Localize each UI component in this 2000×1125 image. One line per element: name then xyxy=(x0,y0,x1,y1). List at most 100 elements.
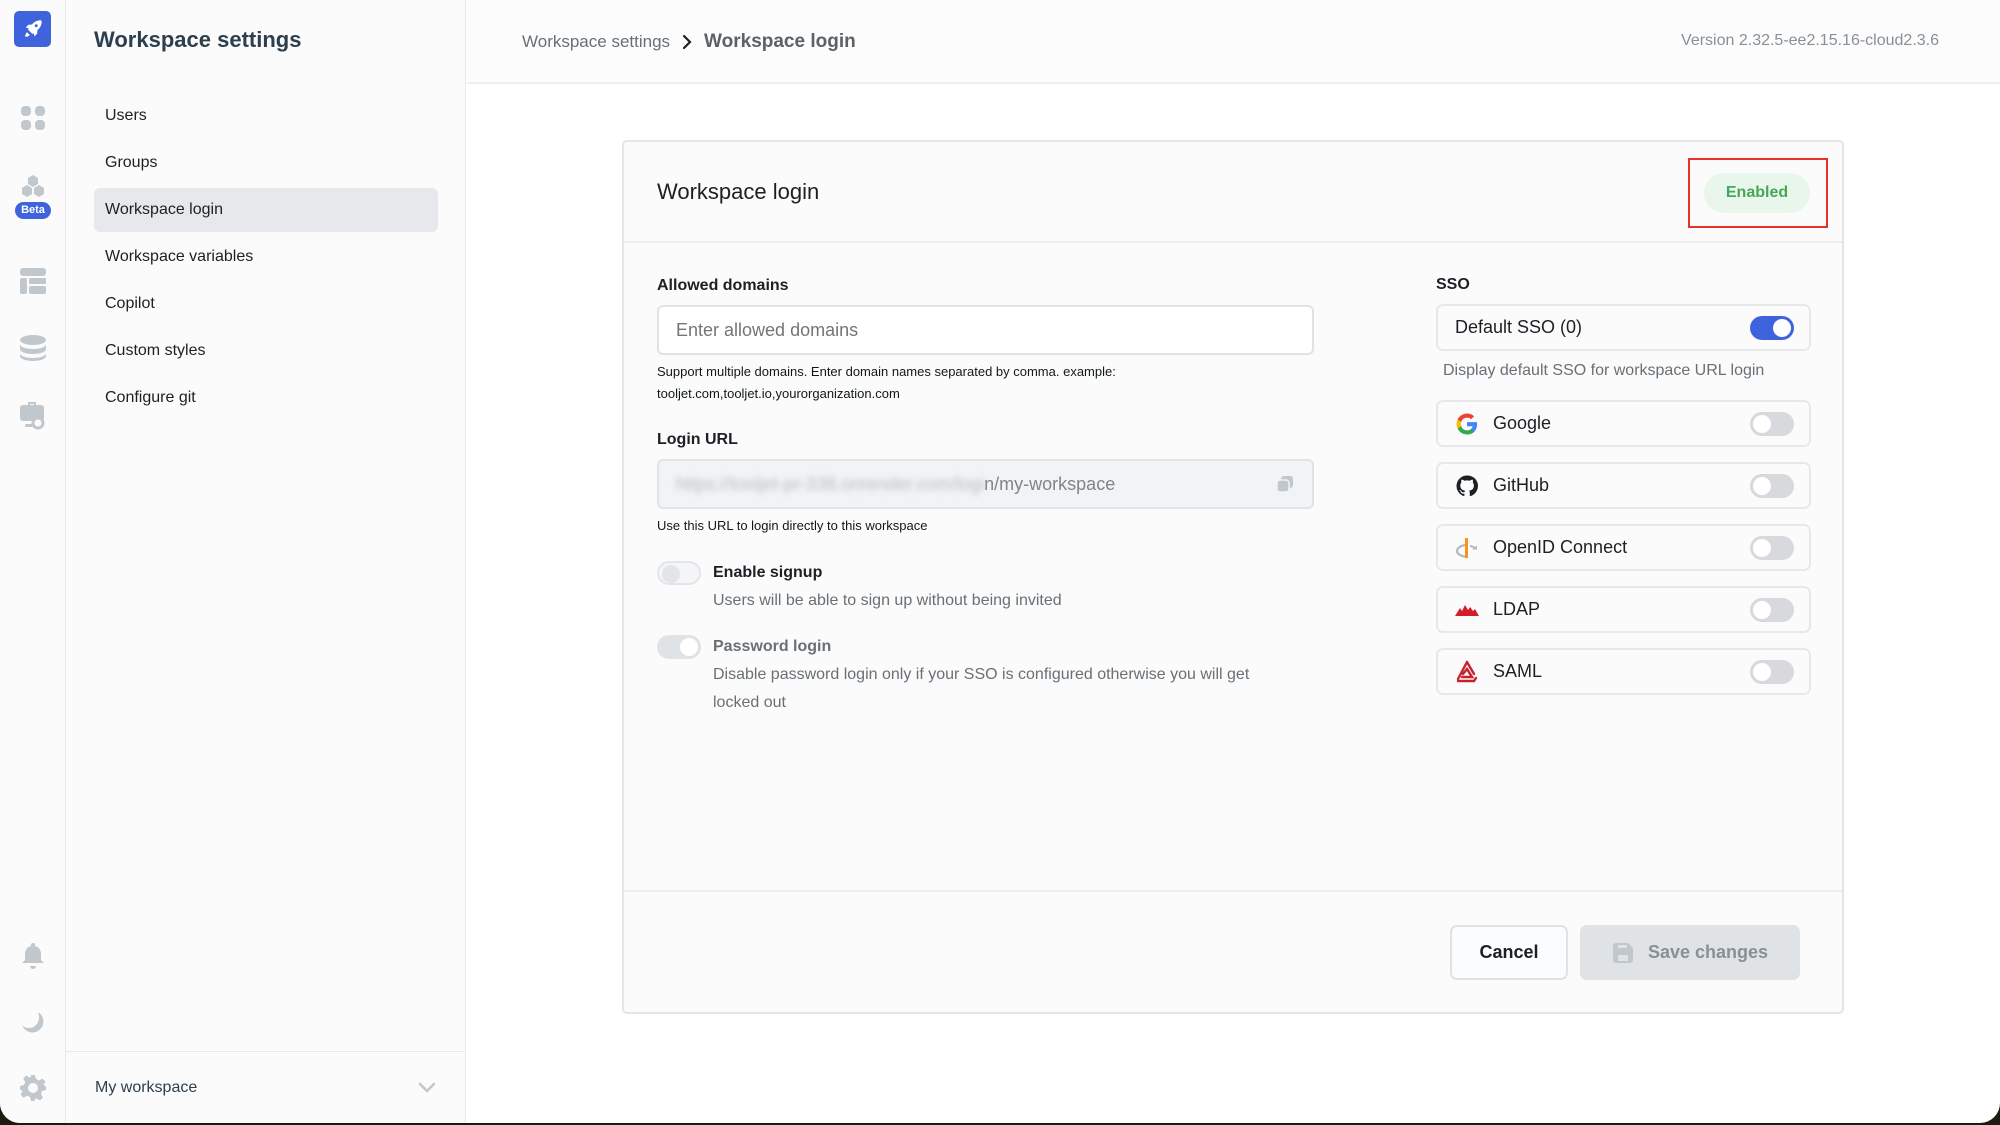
rail-marketplace[interactable] xyxy=(0,398,66,430)
sso-github-row[interactable]: GitHub xyxy=(1436,462,1811,509)
sso-google-label: Google xyxy=(1493,413,1552,433)
database-table-icon xyxy=(20,268,46,294)
moon-icon xyxy=(22,1012,44,1033)
password-login-title: Password login xyxy=(713,638,832,655)
sidebar-item-copilot[interactable]: Copilot xyxy=(94,282,438,326)
sidebar-item-workspace-variables[interactable]: Workspace variables xyxy=(94,235,438,279)
allowed-domains-help: Support multiple domains. Enter domain n… xyxy=(657,361,1314,405)
login-settings-column: Allowed domains Support multiple domains… xyxy=(657,277,1314,717)
rail-database[interactable] xyxy=(0,267,66,295)
rocket-icon xyxy=(24,20,42,37)
saml-icon xyxy=(1455,660,1479,684)
data-sources-icon xyxy=(20,335,46,361)
workspace-name: My workspace xyxy=(95,1078,198,1096)
rail-settings[interactable] xyxy=(0,1074,66,1102)
workspace-switcher[interactable]: My workspace xyxy=(66,1051,466,1123)
toggle-knob xyxy=(1753,662,1771,681)
login-url-visible: n/my-workspace xyxy=(984,473,1116,494)
icon-rail: Beta xyxy=(0,0,66,1123)
copy-icon[interactable] xyxy=(1275,474,1295,494)
cancel-button[interactable]: Cancel xyxy=(1450,925,1568,980)
sso-google-row[interactable]: Google xyxy=(1436,400,1811,447)
sidebar-nav: Users Groups Workspace login Workspace v… xyxy=(94,94,438,423)
sidebar-item-groups[interactable]: Groups xyxy=(94,141,438,185)
toggle-knob xyxy=(680,638,698,656)
toggle-knob xyxy=(1753,414,1771,433)
sso-default-name: Default SSO (0) xyxy=(1455,317,1583,337)
login-url-label: Login URL xyxy=(657,431,738,448)
sso-github-toggle[interactable] xyxy=(1750,473,1794,498)
login-url-value: https://tooljet-pr-338.onrender.com/logi… xyxy=(676,474,1115,495)
sso-google: Google xyxy=(1455,412,1551,436)
status-badge: Enabled xyxy=(1704,173,1810,213)
enable-signup-row: Enable signup Users will be able to sign… xyxy=(657,561,1314,615)
sso-openid-toggle[interactable] xyxy=(1750,535,1794,560)
sso-label: SSO xyxy=(1436,276,1470,293)
breadcrumb-workspace-settings[interactable]: Workspace settings xyxy=(522,32,670,52)
chevron-right-icon xyxy=(682,34,692,50)
sso-google-toggle[interactable] xyxy=(1750,411,1794,436)
page-header: Workspace settings Workspace login Versi… xyxy=(467,0,2000,84)
logo-home-button[interactable] xyxy=(14,11,51,47)
card-header: Workspace login Enabled xyxy=(624,142,1842,243)
sso-column: SSO Default SSO (0) Display default SSO … xyxy=(1436,276,1811,695)
beta-badge: Beta xyxy=(15,202,51,219)
password-login-toggle[interactable] xyxy=(657,635,701,659)
apps-grid-icon xyxy=(21,106,45,130)
enable-signup-desc: Users will be able to sign up without be… xyxy=(713,592,1062,609)
save-changes-button[interactable]: Save changes xyxy=(1580,925,1800,980)
sso-saml-row[interactable]: SAML xyxy=(1436,648,1811,695)
password-login-row: Password login Disable password login on… xyxy=(657,635,1314,717)
sso-ldap-label: LDAP xyxy=(1493,599,1541,619)
workflows-icon xyxy=(22,175,44,197)
rail-datasources[interactable] xyxy=(0,334,66,362)
allowed-domains-label: Allowed domains xyxy=(657,277,789,294)
allowed-domains-input[interactable] xyxy=(657,305,1314,355)
allowed-domains-help-line2: tooljet.com,tooljet.io,yourorganization.… xyxy=(657,386,900,401)
enable-signup-title: Enable signup xyxy=(713,564,823,581)
google-icon xyxy=(1455,412,1479,436)
sso-ldap-toggle[interactable] xyxy=(1750,597,1794,622)
sso-ldap-row[interactable]: LDAP xyxy=(1436,586,1811,633)
settings-sidebar: Workspace settings Users Groups Workspac… xyxy=(66,0,466,1123)
sso-saml-toggle[interactable] xyxy=(1750,659,1794,684)
workspace-login-card: Workspace login Enabled Allowed domains … xyxy=(622,140,1844,1014)
card-footer: Cancel Save changes xyxy=(624,890,1842,1012)
toggle-knob xyxy=(1773,318,1791,337)
github-icon xyxy=(1455,474,1479,498)
rail-theme[interactable] xyxy=(0,1010,66,1036)
rail-workflows[interactable]: Beta xyxy=(0,174,66,219)
marketplace-icon xyxy=(20,402,45,430)
login-url-blurred: https://tooljet-pr-338.onrender.com/logi xyxy=(676,473,985,494)
sso-openid-row[interactable]: OpenID Connect xyxy=(1436,524,1811,571)
sidebar-item-configure-git[interactable]: Configure git xyxy=(94,376,438,420)
rail-apps[interactable] xyxy=(0,105,66,131)
sso-ldap: LDAP xyxy=(1455,598,1540,622)
sso-saml: SAML xyxy=(1455,660,1542,684)
app-window: Beta Workspace settings Users Groups Wor… xyxy=(0,0,2000,1123)
rail-notifications[interactable] xyxy=(0,942,66,970)
sidebar-item-custom-styles[interactable]: Custom styles xyxy=(94,329,438,373)
sso-default-row[interactable]: Default SSO (0) xyxy=(1436,304,1811,351)
save-icon xyxy=(1612,942,1633,963)
sso-openid-label: OpenID Connect xyxy=(1493,537,1628,557)
toggle-knob xyxy=(662,565,680,583)
allowed-domains-help-line1: Support multiple domains. Enter domain n… xyxy=(657,364,1116,379)
gear-icon xyxy=(20,1075,46,1101)
sso-github-label: GitHub xyxy=(1493,475,1550,495)
toggle-knob xyxy=(1753,538,1771,557)
enable-signup-text: Enable signup Users will be able to sign… xyxy=(713,561,1062,615)
enable-signup-toggle[interactable] xyxy=(657,561,701,585)
toggle-knob xyxy=(1753,476,1771,495)
login-url-field[interactable]: https://tooljet-pr-338.onrender.com/logi… xyxy=(657,459,1314,509)
bell-icon xyxy=(22,943,44,969)
sso-github: GitHub xyxy=(1455,474,1549,498)
ldap-icon xyxy=(1455,598,1479,622)
breadcrumb: Workspace settings Workspace login xyxy=(522,31,856,53)
sidebar-item-users[interactable]: Users xyxy=(94,94,438,138)
save-changes-label: Save changes xyxy=(1647,942,1769,962)
sidebar-item-workspace-login[interactable]: Workspace login xyxy=(94,188,438,232)
breadcrumb-current: Workspace login xyxy=(704,31,856,52)
password-login-text: Password login Disable password login on… xyxy=(713,635,1273,717)
sso-default-toggle[interactable] xyxy=(1750,315,1794,340)
